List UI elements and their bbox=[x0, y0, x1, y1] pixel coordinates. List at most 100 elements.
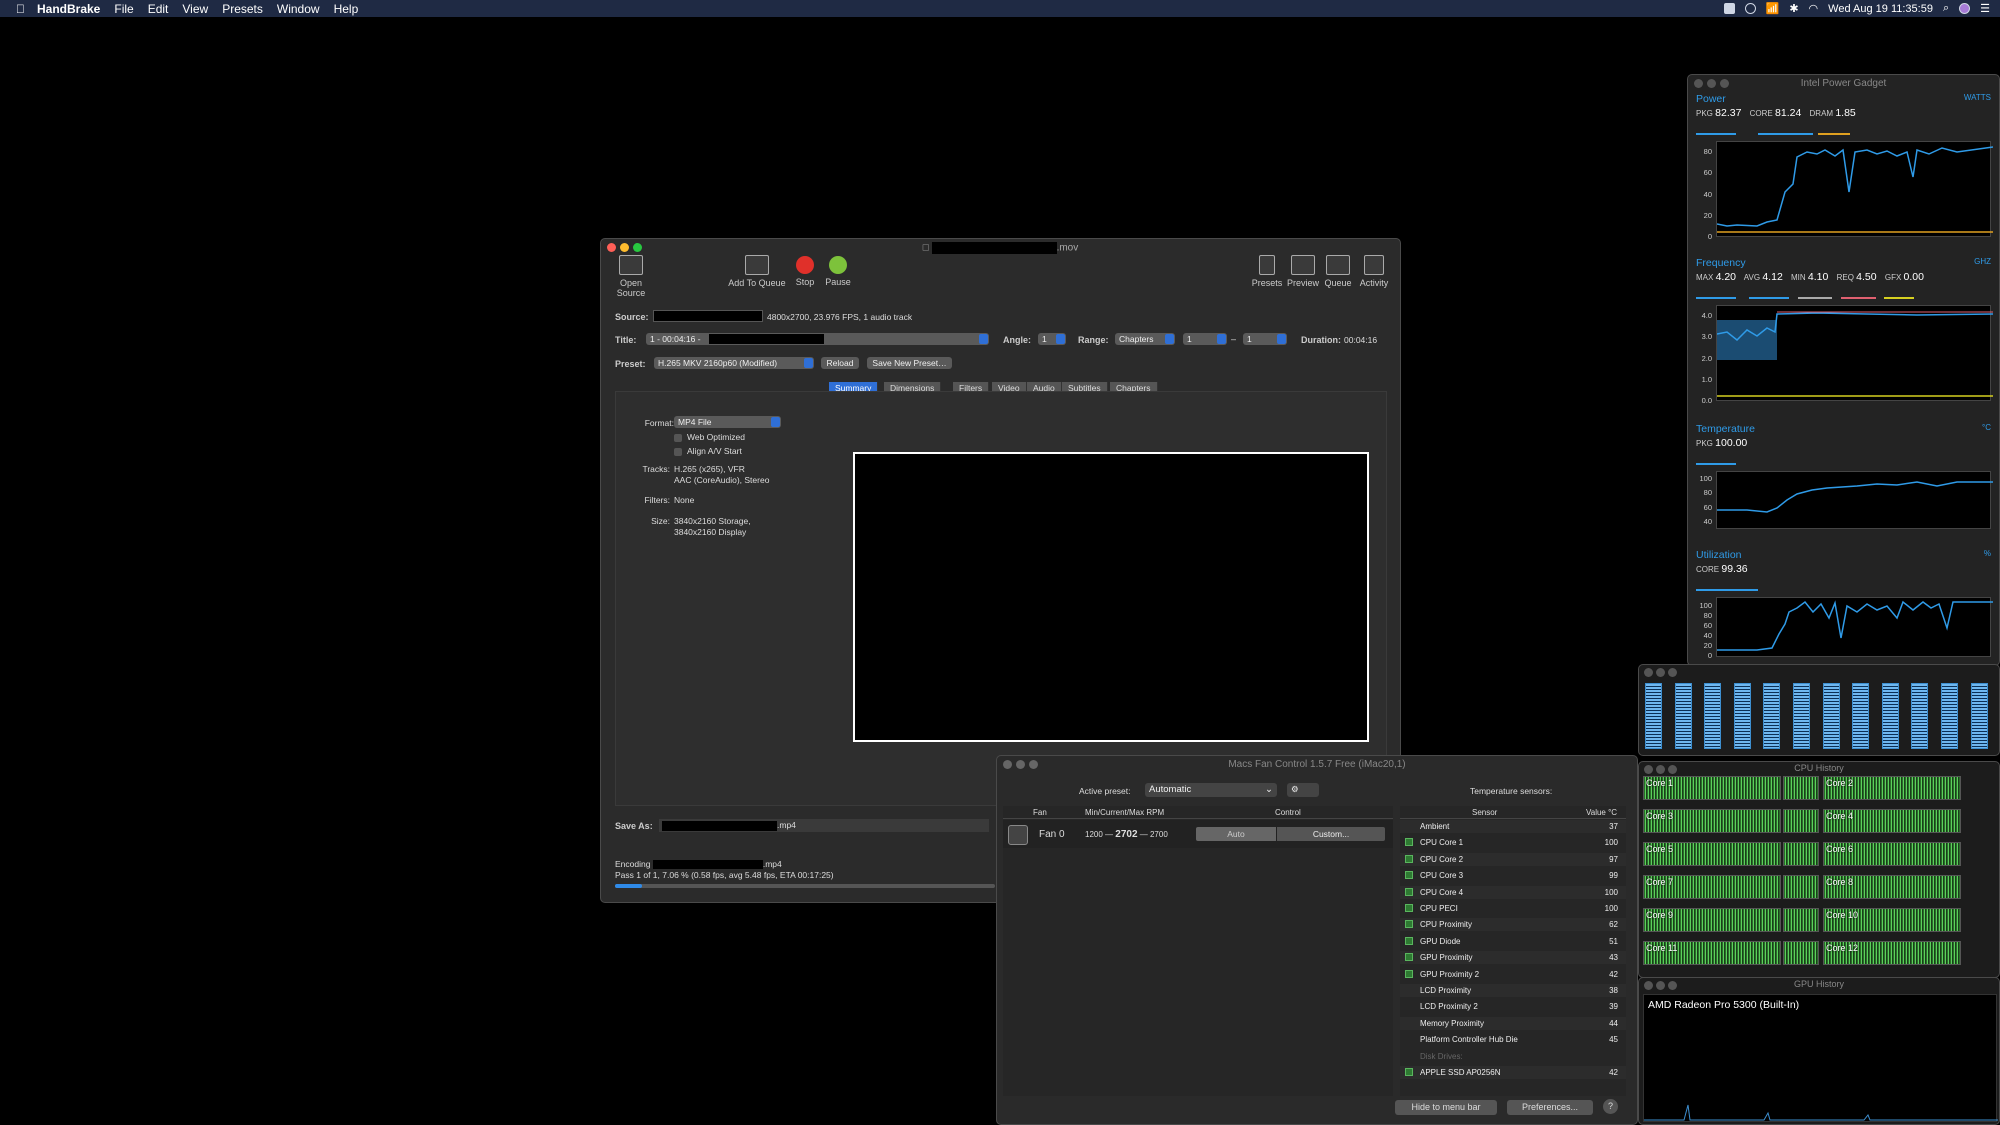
title-select[interactable]: 1 - 00:04:16 - bbox=[646, 333, 989, 345]
preferences-button[interactable]: Preferences... bbox=[1507, 1100, 1593, 1115]
range-to-select[interactable]: 1 bbox=[1243, 333, 1287, 345]
sensor-name: CPU PECI bbox=[1420, 904, 1458, 913]
sensor-value: 42 bbox=[1609, 969, 1618, 979]
wifi-icon[interactable]: ◠ bbox=[1809, 2, 1819, 15]
sensor-name: CPU Core 1 bbox=[1420, 838, 1464, 848]
queue-button[interactable]: Queue bbox=[1323, 255, 1353, 288]
disk-name: APPLE SSD AP0256N bbox=[1420, 1068, 1501, 1077]
sensor-row[interactable]: GPU Diode 51 bbox=[1400, 934, 1626, 948]
progress-fill bbox=[615, 884, 642, 888]
col-sensor: Sensor bbox=[1472, 808, 1498, 817]
range-from-select[interactable]: 1 bbox=[1183, 333, 1227, 345]
format-select[interactable]: MP4 File bbox=[674, 416, 781, 428]
minimize-button[interactable] bbox=[1656, 668, 1665, 677]
stop-button[interactable]: Stop bbox=[791, 255, 819, 287]
cpu-usage-bar bbox=[1970, 683, 1988, 749]
core-history-graph: Core 2 bbox=[1823, 776, 1961, 800]
apple-icon[interactable]:  bbox=[16, 2, 25, 16]
power-heading: Power bbox=[1696, 93, 1726, 105]
custom-button[interactable]: Custom... bbox=[1277, 827, 1385, 841]
power-metrics: PKG 82.37 CORE 81.24 DRAM 1.85 bbox=[1696, 107, 1856, 119]
sensor-row[interactable]: CPU Core 3 99 bbox=[1400, 869, 1626, 883]
freq-tick-2: 2.0 bbox=[1701, 354, 1712, 363]
sensor-row[interactable]: Platform Controller Hub Die 45 bbox=[1400, 1033, 1626, 1047]
core-label: Core 9 bbox=[1646, 910, 1674, 920]
menu-window[interactable]: Window bbox=[277, 2, 320, 16]
bluetooth-icon[interactable]: ✱ bbox=[1789, 2, 1798, 15]
temperature-graph bbox=[1716, 471, 1993, 529]
hide-to-menu-bar-button[interactable]: Hide to menu bar bbox=[1395, 1100, 1497, 1115]
sensor-name: CPU Core 3 bbox=[1420, 871, 1464, 881]
disk-row[interactable]: APPLE SSD AP0256N 42 bbox=[1400, 1066, 1626, 1079]
zoom-button[interactable] bbox=[1668, 668, 1677, 677]
menu-help[interactable]: Help bbox=[334, 2, 359, 16]
activity-button[interactable]: Activity bbox=[1356, 255, 1392, 288]
preview-button[interactable]: Preview bbox=[1286, 255, 1320, 288]
status-icon-2[interactable] bbox=[1744, 3, 1756, 14]
sensor-row[interactable]: CPU Proximity 62 bbox=[1400, 918, 1626, 932]
sensor-value: 43 bbox=[1609, 953, 1618, 963]
col-control: Control bbox=[1275, 808, 1301, 817]
power-tick-60: 60 bbox=[1703, 168, 1712, 177]
align-av-checkbox[interactable]: Align A/V Start bbox=[674, 446, 742, 456]
core-history-graph: Core 10 bbox=[1823, 908, 1961, 932]
sensor-row[interactable]: LCD Proximity 2 39 bbox=[1400, 1000, 1626, 1014]
sensor-name: Ambient bbox=[1420, 822, 1450, 831]
freq-tick-0: 0.0 bbox=[1701, 396, 1712, 405]
pause-icon bbox=[829, 256, 847, 274]
temp-tick-60: 60 bbox=[1703, 503, 1712, 512]
active-preset-select[interactable]: Automatic ⌄ bbox=[1145, 783, 1277, 797]
notification-center-icon[interactable]: ☰ bbox=[1980, 2, 1990, 15]
sensor-row[interactable]: CPU Core 4 100 bbox=[1400, 885, 1626, 899]
temp-tick-40: 40 bbox=[1703, 517, 1712, 526]
pause-button[interactable]: Pause bbox=[823, 255, 853, 287]
utilization-graph bbox=[1716, 597, 1993, 657]
sensor-row[interactable]: CPU Core 2 97 bbox=[1400, 852, 1626, 866]
range-type-select[interactable]: Chapters bbox=[1115, 333, 1175, 345]
angle-select[interactable]: 1 bbox=[1038, 333, 1066, 345]
sensor-row[interactable]: Ambient 37 bbox=[1400, 820, 1626, 833]
save-new-preset-button[interactable]: Save New Preset… bbox=[867, 357, 952, 369]
filters-label: Filters: bbox=[644, 495, 671, 505]
chip-icon bbox=[1405, 838, 1413, 847]
sensor-row[interactable]: Memory Proximity 44 bbox=[1400, 1016, 1626, 1030]
sensor-row[interactable]: GPU Proximity 2 42 bbox=[1400, 967, 1626, 981]
duration-value: 00:04:16 bbox=[1344, 335, 1378, 345]
save-as-field[interactable]: .mp4 bbox=[659, 819, 989, 832]
auto-button[interactable]: Auto bbox=[1196, 827, 1276, 841]
core-history-graph: Core 3 bbox=[1643, 809, 1781, 833]
frequency-metrics: MAX 4.20 AVG 4.12 MIN 4.10 REQ 4.50 GFX … bbox=[1696, 271, 1924, 283]
web-optimized-checkbox[interactable]: Web Optimized bbox=[674, 432, 745, 442]
status-icon-1[interactable] bbox=[1723, 3, 1735, 14]
core-history-graph: Core 5 bbox=[1643, 842, 1781, 866]
close-button[interactable] bbox=[1644, 668, 1653, 677]
preset-select[interactable]: H.265 MKV 2160p60 (Modified) bbox=[654, 357, 814, 369]
menu-file[interactable]: File bbox=[114, 2, 133, 16]
antenna-icon[interactable]: 📶 bbox=[1766, 2, 1780, 15]
sensor-row[interactable]: CPU PECI 100 bbox=[1400, 902, 1626, 915]
reload-button[interactable]: Reload bbox=[821, 357, 859, 369]
presets-button[interactable]: Presets bbox=[1251, 255, 1283, 288]
cpu-usage-bar bbox=[1881, 683, 1899, 749]
menu-presets[interactable]: Presets bbox=[222, 2, 263, 16]
gear-menu-button[interactable]: ⚙ bbox=[1287, 783, 1319, 797]
temp-tick-100: 100 bbox=[1699, 474, 1712, 483]
menu-edit[interactable]: Edit bbox=[148, 2, 169, 16]
menu-view[interactable]: View bbox=[182, 2, 208, 16]
activity-icon bbox=[1364, 255, 1384, 275]
sensor-row[interactable]: GPU Proximity 43 bbox=[1400, 951, 1626, 965]
open-source-button[interactable]: Open Source bbox=[605, 255, 657, 298]
sensor-row[interactable]: CPU Core 1 100 bbox=[1400, 836, 1626, 850]
siri-icon[interactable] bbox=[1959, 3, 1971, 14]
gpu-history-window: GPU History AMD Radeon Pro 5300 (Built-I… bbox=[1638, 977, 2000, 1125]
temperature-heading: Temperature bbox=[1696, 423, 1755, 435]
sensor-value: 100 bbox=[1604, 838, 1618, 848]
cpu-history-window: CPU History Core 1 Core 2 Core 3 Core 4 Core… bbox=[1638, 761, 2000, 978]
spotlight-icon[interactable]: ⌕ bbox=[1943, 2, 1949, 15]
sensor-row[interactable]: LCD Proximity 38 bbox=[1400, 984, 1626, 997]
menu-app-name[interactable]: HandBrake bbox=[37, 2, 100, 16]
freq-tick-3: 3.0 bbox=[1701, 332, 1712, 341]
add-to-queue-button[interactable]: Add To Queue bbox=[727, 255, 787, 288]
clock[interactable]: Wed Aug 19 11:35:59 bbox=[1828, 3, 1933, 15]
help-button[interactable]: ? bbox=[1603, 1099, 1618, 1114]
